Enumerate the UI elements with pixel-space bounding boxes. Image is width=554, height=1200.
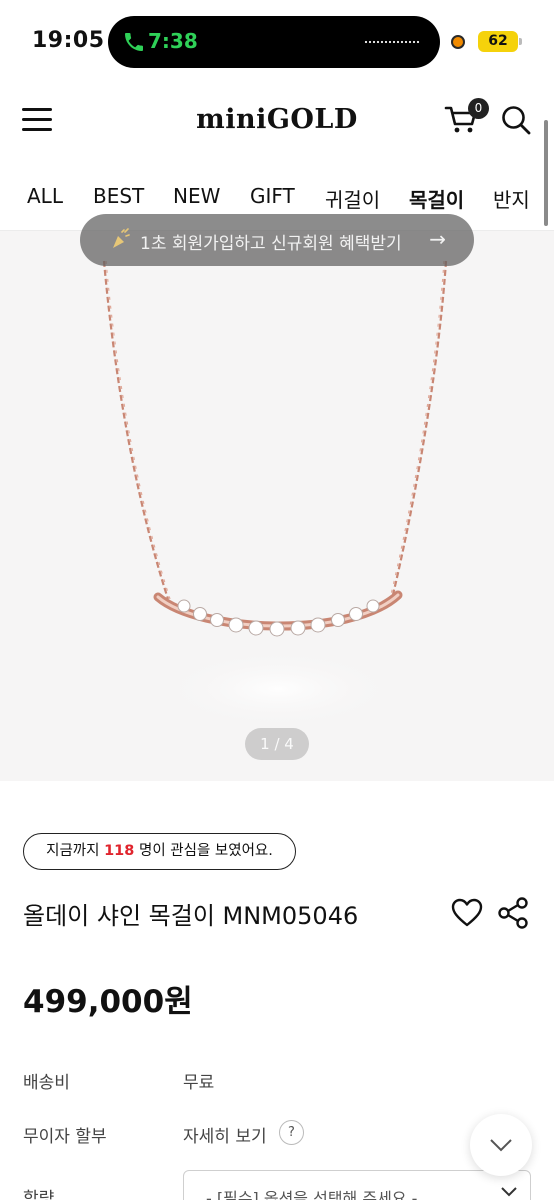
share-icon[interactable] [496, 896, 530, 930]
page-scrollbar[interactable] [544, 120, 548, 226]
category-new[interactable]: NEW [173, 184, 220, 208]
chevron-down-icon [490, 1139, 512, 1152]
interest-suffix: 명이 관심을 보였어요. [138, 843, 273, 859]
recording-indicator [451, 35, 465, 49]
category-necklaces[interactable]: 목걸이 [409, 184, 464, 213]
image-counter: 1 / 4 [245, 728, 309, 760]
interest-count-pill: 지금까지 118 명이 관심을 보였어요. [23, 833, 296, 870]
product-image-gallery[interactable] [0, 231, 554, 781]
heart-icon[interactable] [451, 898, 483, 928]
phone-icon [125, 33, 143, 51]
site-header: miniGOLD [0, 84, 554, 156]
option-label: 함량 [23, 1189, 55, 1200]
scroll-down-button[interactable] [470, 1114, 532, 1176]
status-bar: 19:05 7:38 62 [0, 0, 554, 80]
search-icon[interactable] [500, 104, 532, 136]
cart-count-badge: 0 [468, 98, 489, 119]
installment-details-link[interactable]: 자세히 보기 [183, 1122, 267, 1147]
party-popper-icon [113, 228, 130, 248]
category-rings[interactable]: 반지 [493, 184, 530, 213]
audio-wave-icon [364, 40, 420, 44]
category-earrings[interactable]: 귀걸이 [325, 184, 380, 213]
arrow-right-icon: → [429, 227, 446, 251]
product-title: 올데이 샤인 목걸이 MNM05046 [23, 902, 359, 930]
option-placeholder: - [필수] 옵션을 선택해 주세요 - [206, 1189, 418, 1200]
shipping-value: 무료 [183, 1073, 215, 1093]
installment-label: 무이자 할부 [23, 1127, 107, 1147]
necklace-product-image [102, 260, 448, 729]
shipping-label: 배송비 [23, 1073, 70, 1093]
product-price: 499,000원 [23, 984, 193, 1020]
category-best[interactable]: BEST [93, 184, 144, 208]
help-icon[interactable]: ? [279, 1120, 304, 1145]
status-time: 19:05 [32, 28, 105, 53]
interest-prefix: 지금까지 [46, 843, 100, 859]
battery-icon: 62 [478, 31, 518, 52]
call-timer: 7:38 [148, 29, 198, 53]
chevron-down-icon [501, 1187, 517, 1197]
option-select[interactable]: - [필수] 옵션을 선택해 주세요 - [183, 1170, 531, 1200]
category-all[interactable]: ALL [27, 184, 63, 208]
interest-count: 118 [104, 843, 135, 859]
category-gift[interactable]: GIFT [250, 184, 295, 208]
promo-text: 1초 회원가입하고 신규회원 혜택받기 [140, 234, 402, 254]
signup-promo-banner[interactable]: 1초 회원가입하고 신규회원 혜택받기 → [80, 214, 474, 266]
battery-cap [519, 38, 522, 45]
dynamic-island[interactable]: 7:38 [108, 16, 440, 68]
